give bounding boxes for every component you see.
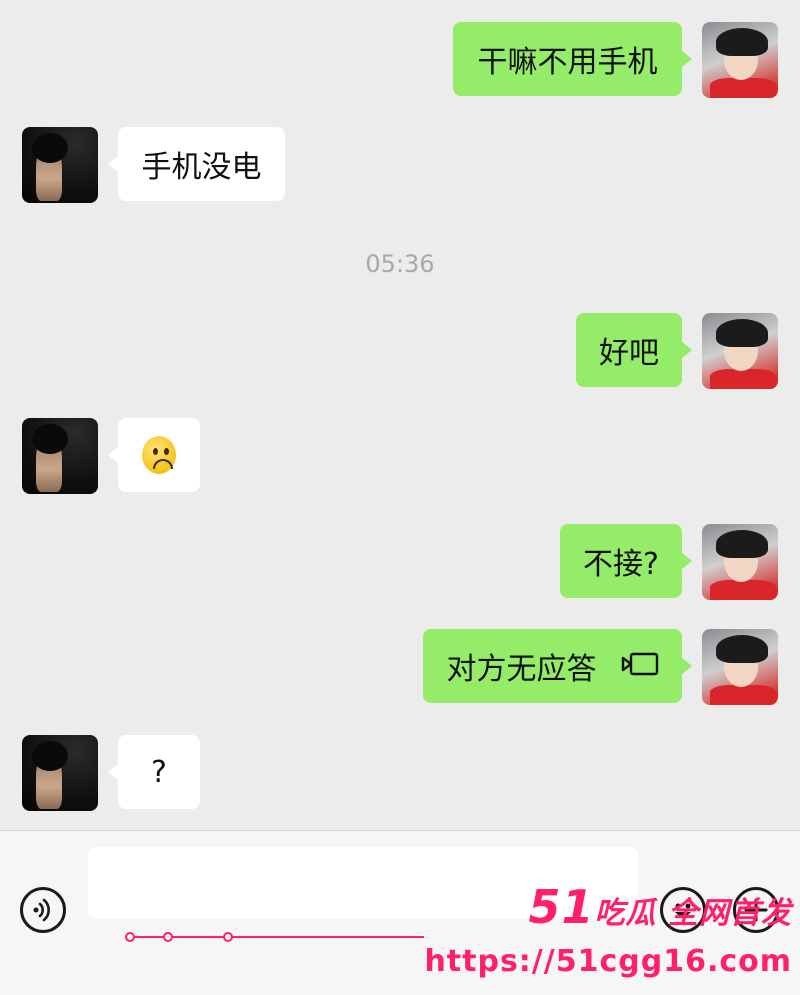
watermark-url: https://51cgg16.com bbox=[424, 944, 792, 979]
message-row: 手机没电 bbox=[0, 127, 800, 203]
frowning-face-icon bbox=[142, 436, 176, 474]
watermark-number: 51 bbox=[528, 880, 595, 934]
timestamp: 05:36 bbox=[365, 250, 435, 278]
chat-area: 干嘛不用手机 手机没电 05:36 好吧 不接? 对方无应答 ? bbox=[0, 0, 800, 830]
message-row: 对方无应答 bbox=[0, 629, 800, 705]
contact-message-bubble[interactable]: 手机没电 bbox=[108, 127, 285, 201]
contact-message-bubble[interactable] bbox=[108, 418, 200, 492]
message-text: 干嘛不用手机 bbox=[477, 45, 658, 80]
my-avatar[interactable] bbox=[702, 629, 778, 705]
message-row: ? bbox=[0, 735, 800, 811]
message-row: 干嘛不用手机 bbox=[0, 22, 800, 98]
call-status-bubble[interactable]: 对方无应答 bbox=[423, 629, 692, 703]
my-avatar[interactable] bbox=[702, 524, 778, 600]
video-call-icon bbox=[621, 649, 659, 684]
message-text: 不接? bbox=[583, 547, 659, 582]
contact-avatar[interactable] bbox=[22, 418, 98, 494]
my-message-bubble[interactable]: 干嘛不用手机 bbox=[453, 22, 692, 96]
my-avatar[interactable] bbox=[702, 313, 778, 389]
my-avatar[interactable] bbox=[702, 22, 778, 98]
message-text: 对方无应答 bbox=[446, 652, 597, 687]
watermark: 51吃瓜 全网首发 https://51cgg16.com bbox=[125, 880, 792, 979]
my-message-bubble[interactable]: 好吧 bbox=[576, 313, 692, 387]
voice-button[interactable] bbox=[20, 887, 66, 933]
message-row: 不接? bbox=[0, 524, 800, 600]
watermark-slogan: 吃瓜 全网首发 bbox=[594, 896, 792, 931]
voice-icon bbox=[33, 898, 50, 922]
circuit-decoration bbox=[125, 932, 425, 942]
message-text: 手机没电 bbox=[141, 150, 262, 185]
my-message-bubble[interactable]: 不接? bbox=[560, 524, 692, 598]
message-row: 好吧 bbox=[0, 313, 800, 389]
contact-message-bubble[interactable]: ? bbox=[108, 735, 200, 809]
message-text: ? bbox=[151, 754, 167, 790]
contact-avatar[interactable] bbox=[22, 735, 98, 811]
contact-avatar[interactable] bbox=[22, 127, 98, 203]
message-text: 好吧 bbox=[599, 336, 659, 371]
message-row bbox=[0, 418, 800, 494]
